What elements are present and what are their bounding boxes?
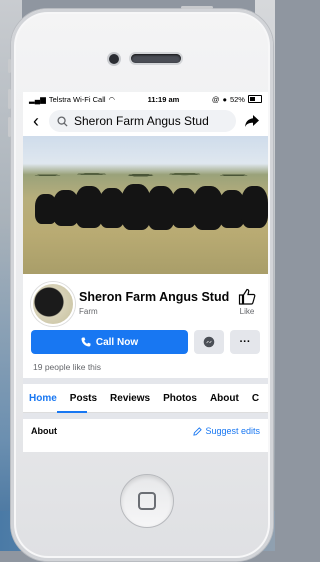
volume-up-button (8, 89, 11, 109)
messenger-button[interactable] (194, 330, 224, 354)
alarm-icon: ● (222, 94, 227, 104)
tab-community-partial[interactable]: C (252, 393, 259, 404)
power-button (181, 6, 213, 9)
signal-icon: ▂▄▆ (29, 94, 46, 104)
cover-photo[interactable] (23, 136, 268, 274)
page-tabs: Home Posts Reviews Photos About C (23, 384, 268, 413)
suggest-edits-link[interactable]: Suggest edits (193, 426, 260, 436)
location-icon: @ (211, 94, 220, 104)
share-icon[interactable] (242, 114, 262, 128)
tab-posts[interactable]: Posts (70, 393, 97, 404)
front-camera (109, 54, 119, 64)
more-icon: ··· (239, 336, 251, 348)
battery-icon (247, 95, 262, 103)
phone-screen: ▂▄▆ Telstra Wi-Fi Call ◠ 11:19 am @ ● 52… (23, 92, 268, 452)
search-input[interactable]: Sheron Farm Angus Stud (49, 110, 236, 132)
battery-percent: 52% (229, 94, 245, 104)
back-arrow-icon[interactable]: ‹ (29, 111, 43, 132)
page-title: Sheron Farm Angus Stud (79, 290, 230, 304)
cow (241, 186, 268, 228)
tab-reviews[interactable]: Reviews (110, 393, 150, 404)
suggest-edits-label: Suggest edits (205, 426, 260, 436)
carrier-label: Telstra Wi-Fi Call (48, 94, 106, 104)
about-title: About (31, 426, 57, 436)
like-button[interactable]: Like (238, 288, 256, 316)
call-now-button[interactable]: Call Now (31, 330, 188, 354)
page-header: Sheron Farm Angus Stud Farm Like (23, 274, 268, 330)
call-now-label: Call Now (95, 336, 139, 348)
like-label: Like (239, 307, 255, 316)
wifi-icon: ◠ (108, 94, 116, 104)
tab-home[interactable]: Home (29, 393, 57, 404)
page-avatar[interactable] (31, 282, 75, 326)
home-square-icon (138, 492, 156, 510)
cover-trees (23, 162, 268, 184)
search-bar: ‹ Sheron Farm Angus Stud (23, 106, 268, 136)
messenger-icon (203, 336, 215, 348)
page-category: Farm (79, 307, 98, 316)
page-actions: Call Now ··· (23, 330, 268, 354)
status-bar: ▂▄▆ Telstra Wi-Fi Call ◠ 11:19 am @ ● 52… (23, 92, 268, 106)
thumbs-up-icon (238, 288, 256, 305)
tab-about[interactable]: About (210, 393, 239, 404)
pencil-icon (193, 426, 203, 436)
earpiece-speaker (131, 54, 181, 63)
home-button[interactable] (120, 474, 174, 528)
clock: 11:19 am (147, 94, 180, 104)
search-icon (57, 115, 68, 127)
volume-down-button (8, 117, 11, 137)
about-section-header: About Suggest edits (23, 419, 268, 443)
mute-switch (8, 59, 11, 73)
phone-icon (81, 337, 91, 347)
likes-count: 19 people like this (33, 362, 102, 372)
more-options-button[interactable]: ··· (230, 330, 260, 354)
search-query: Sheron Farm Angus Stud (74, 114, 209, 128)
tab-photos[interactable]: Photos (163, 393, 197, 404)
